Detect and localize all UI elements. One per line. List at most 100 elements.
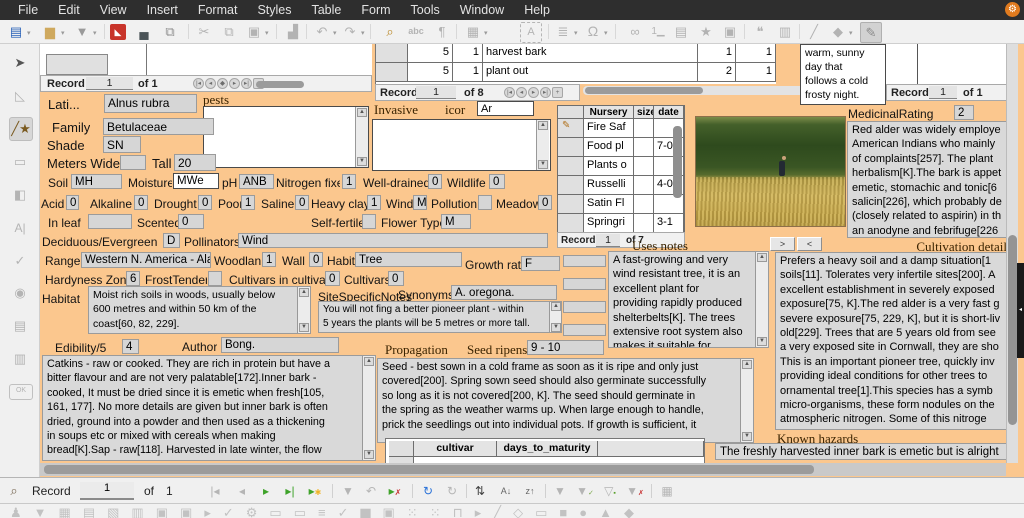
wall-field[interactable]: 0 <box>309 252 323 267</box>
combo-box-icon[interactable]: ▥ <box>9 348 31 370</box>
column-header[interactable]: date <box>654 106 684 119</box>
uses-notes-text-box[interactable]: A fast-growing and very wind resistant t… <box>608 251 769 348</box>
habitat-scrollbar[interactable]: ▲ ▼ <box>297 287 310 333</box>
acid-field[interactable]: 0 <box>66 195 79 210</box>
save-icon[interactable]: ▼ <box>72 22 92 41</box>
refresh-icon[interactable]: ↻ <box>418 482 438 500</box>
nitrogen-fixer-field[interactable]: 1 <box>342 174 356 189</box>
print-icon[interactable]: ▄ <box>134 22 154 41</box>
shape-icon[interactable]: ▲ <box>599 504 612 518</box>
menu-format[interactable]: Format <box>188 3 248 17</box>
grid-cell[interactable]: Food pl <box>584 138 634 157</box>
special-character-icon[interactable]: Ω <box>583 22 603 41</box>
undo-dropdown-icon[interactable]: ▾ <box>333 29 337 37</box>
menu-file[interactable]: File <box>8 3 48 17</box>
reset-filter-icon[interactable]: ▼✗ <box>625 482 645 500</box>
record-input[interactable]: 1 <box>929 86 957 99</box>
row-header-cell[interactable] <box>558 195 584 214</box>
record-input[interactable]: 1 <box>80 482 134 500</box>
scented-field[interactable]: 0 <box>178 214 204 229</box>
hardiness-zone-field[interactable]: 6 <box>126 271 140 286</box>
grid-cell[interactable] <box>634 119 654 138</box>
text-frame-icon[interactable]: A <box>520 22 542 43</box>
insert-line-icon[interactable]: ╱ <box>804 22 824 41</box>
shape-icon[interactable]: ■ <box>559 504 567 518</box>
invasive-text-box[interactable] <box>372 119 551 171</box>
wind-field[interactable]: M <box>413 195 427 210</box>
push-button-icon[interactable]: OK <box>9 384 33 400</box>
table-dropdown-icon[interactable]: ▾ <box>484 29 488 37</box>
fontwork-icon[interactable]: ★ <box>696 22 716 41</box>
redo-dropdown-icon[interactable]: ▾ <box>361 29 365 37</box>
design-mode-icon[interactable]: ◺ <box>9 85 31 107</box>
pests-scrollbar[interactable]: ▲ ▼ <box>355 107 368 167</box>
well-drained-field[interactable]: 0 <box>428 174 442 189</box>
copy-icon[interactable]: ⧉ <box>219 22 239 41</box>
row-header-cell[interactable] <box>558 214 584 233</box>
small-empty-field[interactable] <box>563 324 606 336</box>
row-header-cell[interactable] <box>558 157 584 176</box>
insert-table-icon[interactable]: ▦ <box>463 22 483 41</box>
menu-table[interactable]: Table <box>301 3 351 17</box>
folder-icon[interactable]: ▆ <box>361 504 371 518</box>
column-icon[interactable]: ▥ <box>131 504 143 518</box>
control-wizard-icon[interactable]: ╱★ <box>9 117 33 141</box>
row-header-cell[interactable] <box>376 44 408 63</box>
moisture-field[interactable]: MWe <box>173 173 219 189</box>
heavy-clay-field[interactable]: 1 <box>367 195 381 210</box>
grid-cell[interactable] <box>654 195 684 214</box>
autofilter-icon[interactable]: ▼ <box>550 482 570 500</box>
frost-tender-field[interactable] <box>208 271 222 286</box>
latin-name-field[interactable]: Alnus rubra <box>104 94 197 113</box>
pollution-field[interactable] <box>478 195 492 210</box>
menu-tools[interactable]: Tools <box>401 3 450 17</box>
row-header-cell[interactable] <box>376 63 408 82</box>
poor-field[interactable]: 1 <box>241 195 255 210</box>
pointer-icon[interactable]: ▸ <box>204 504 211 518</box>
small-empty-field[interactable] <box>563 278 606 290</box>
cut-icon[interactable]: ✂ <box>194 22 214 41</box>
author-field[interactable]: Bong. <box>221 337 339 353</box>
soil-field[interactable]: MH <box>71 174 122 189</box>
bullet-dropdown-icon[interactable]: ▾ <box>574 29 578 37</box>
show-draw-functions-icon[interactable]: ✎ <box>860 22 882 43</box>
cultivation-text-box[interactable]: Prefers a heavy soil and a damp situatio… <box>775 252 1012 430</box>
known-hazards-text-box[interactable]: The freshly harvested inner bark is emet… <box>715 443 1012 460</box>
grid-cell[interactable]: 3-1 <box>654 214 684 233</box>
row-header-cell[interactable] <box>389 441 414 457</box>
edibility-scrollbar[interactable]: ▲ ▼ <box>362 356 375 460</box>
select-pointer-icon[interactable]: ➤ <box>9 52 31 74</box>
comment-icon[interactable]: ❝ <box>750 22 770 41</box>
grid-cell[interactable]: 5 <box>408 63 453 82</box>
lines-icon[interactable]: ≡ <box>318 504 326 518</box>
column-header[interactable]: cultivar <box>414 441 497 457</box>
check-icon[interactable]: ✓ <box>223 504 234 518</box>
undo-icon[interactable]: ↶ <box>312 22 332 41</box>
panel-icon[interactable]: ▭ <box>294 504 306 518</box>
deciduous-evergreen-field[interactable]: D <box>163 233 180 248</box>
h-scrollbar[interactable] <box>583 86 805 95</box>
seed-ripens-field[interactable]: 9 - 10 <box>527 340 604 355</box>
arrow-icon[interactable]: ▸ <box>475 504 482 518</box>
new-document-dropdown-icon[interactable]: ▾ <box>27 29 31 37</box>
grid-cell[interactable]: 1 <box>736 44 776 63</box>
growth-rate-field[interactable]: F <box>521 256 560 271</box>
menu-view[interactable]: View <box>90 3 137 17</box>
connector-icon[interactable]: ╱ <box>493 504 501 518</box>
table-icon[interactable]: ▦ <box>59 504 71 518</box>
record-input[interactable]: 1 <box>416 86 456 99</box>
woodland-field[interactable]: 1 <box>262 252 276 267</box>
grid-cell[interactable]: 1 <box>736 63 776 82</box>
box-icon[interactable]: ▣ <box>156 504 168 518</box>
record-input[interactable]: 1 <box>86 77 133 90</box>
flower-type-field[interactable]: M <box>441 214 471 229</box>
check-box-icon[interactable]: ✓ <box>9 250 31 272</box>
dots-grid-icon[interactable]: ⁙ <box>407 504 418 518</box>
menu-window[interactable]: Window <box>450 3 514 17</box>
pollinators-field[interactable]: Wind <box>238 233 548 248</box>
grid-cell[interactable]: Fire Saf <box>584 119 634 138</box>
undo-data-entry-icon[interactable]: ↶ <box>361 482 381 500</box>
print-preview-icon[interactable]: ⧉ <box>160 22 180 41</box>
grid-cell[interactable] <box>634 157 654 176</box>
page-number-icon[interactable]: 1▁ <box>648 22 668 41</box>
